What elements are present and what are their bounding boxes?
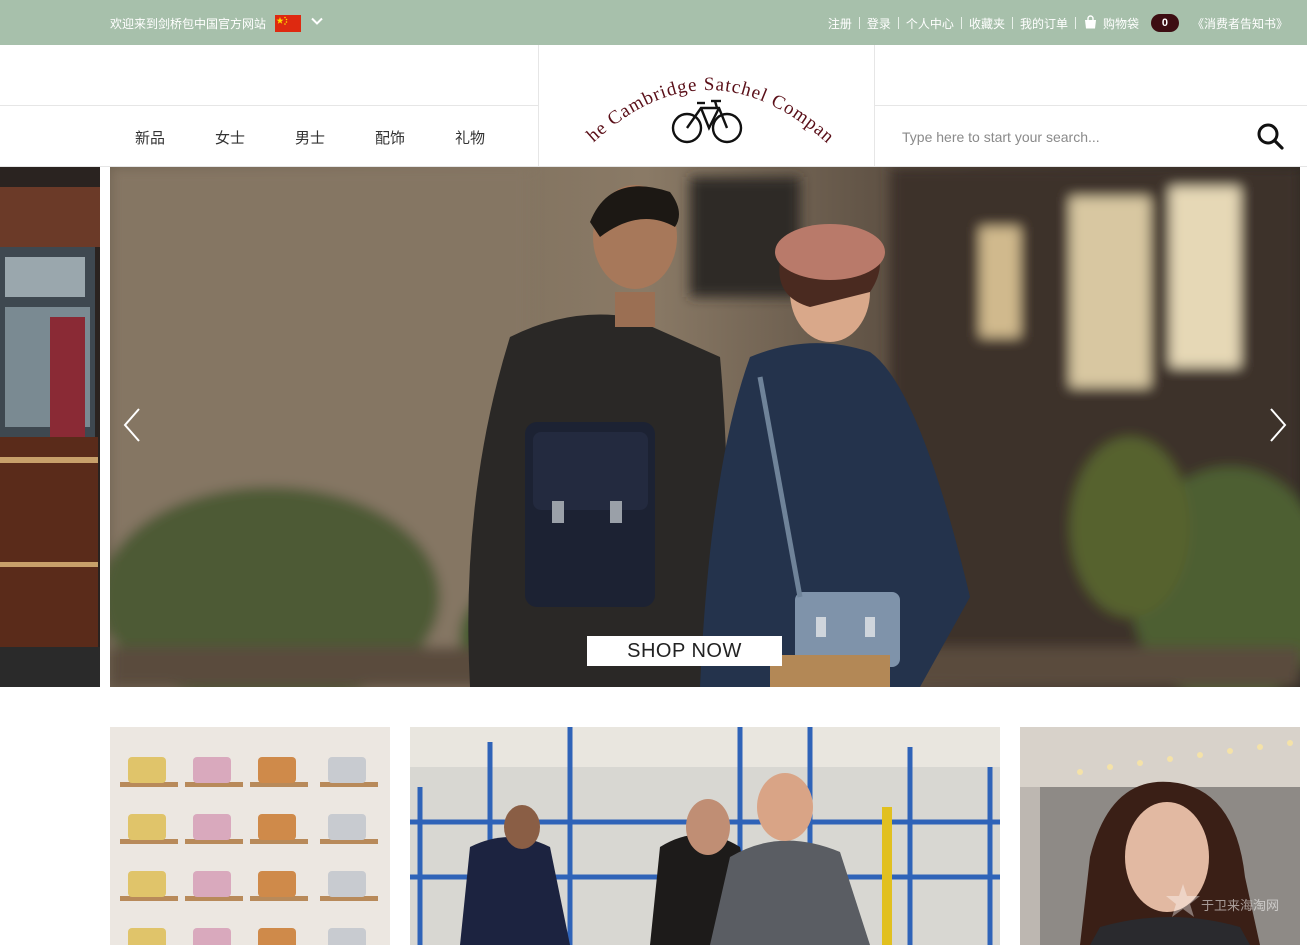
nav-item-men[interactable]: 男士 xyxy=(270,127,350,148)
search-icon[interactable] xyxy=(1255,121,1285,151)
china-flag-icon[interactable] xyxy=(275,15,301,32)
register-link[interactable]: 注册 xyxy=(821,15,859,32)
account-center-link[interactable]: 个人中心 xyxy=(899,15,961,32)
watermark-text: 于卫来海淘网 xyxy=(1201,899,1279,914)
nav-item-accessories[interactable]: 配饰 xyxy=(350,127,430,148)
orders-link[interactable]: 我的订单 xyxy=(1013,15,1075,32)
shopping-bag-icon xyxy=(1084,14,1097,32)
search-input[interactable] xyxy=(902,124,1242,150)
logo[interactable]: The Cambridge Satchel Company xyxy=(533,29,875,166)
welcome-text: 欢迎来到剑桥包中国官方网站 xyxy=(110,17,267,31)
site-header: 新品 女士 男士 配饰 礼物 The Cambridge Satchel Com… xyxy=(0,29,1307,167)
top-bar: 欢迎来到剑桥包中国官方网站 注册 登录 个人中心 收藏夹 我的订单 购物袋 0 xyxy=(0,0,1307,45)
shop-now-button[interactable]: SHOP NOW xyxy=(587,636,782,666)
hero-carousel: SHOP NOW xyxy=(0,167,1307,687)
chevron-left-icon[interactable] xyxy=(122,407,142,443)
shopping-bag-label: 购物袋 xyxy=(1102,16,1139,31)
shopping-bag-button[interactable]: 购物袋 0 xyxy=(1076,14,1185,32)
nav-item-women[interactable]: 女士 xyxy=(190,127,270,148)
svg-text:The Cambridge Satchel Company: The Cambridge Satchel Company xyxy=(539,45,839,148)
watermark: 于卫来海淘网 xyxy=(1165,882,1297,922)
nav-item-new[interactable]: 新品 xyxy=(110,127,190,148)
cart-count-badge: 0 xyxy=(1150,14,1179,32)
factory-visit-tile[interactable] xyxy=(410,727,1000,945)
logo-text: The Cambridge Satchel Company xyxy=(533,29,838,148)
hero-slide-image[interactable] xyxy=(110,167,1300,687)
chevron-down-icon[interactable] xyxy=(310,14,324,31)
chevron-right-icon[interactable] xyxy=(1268,407,1288,443)
nav-item-gifts[interactable]: 礼物 xyxy=(430,127,510,148)
login-link[interactable]: 登录 xyxy=(860,15,898,32)
consumer-notice-link[interactable]: 《消费者告知书》 xyxy=(1185,15,1295,32)
bicycle-icon xyxy=(671,99,743,144)
previous-slide-image[interactable] xyxy=(0,167,100,687)
account-nav: 注册 登录 个人中心 收藏夹 我的订单 购物袋 0 《消费者告知书》 xyxy=(821,14,1295,32)
favorites-link[interactable]: 收藏夹 xyxy=(962,15,1012,32)
satchel-wall-tile[interactable] xyxy=(110,727,390,945)
main-nav: 新品 女士 男士 配饰 礼物 xyxy=(110,127,510,148)
